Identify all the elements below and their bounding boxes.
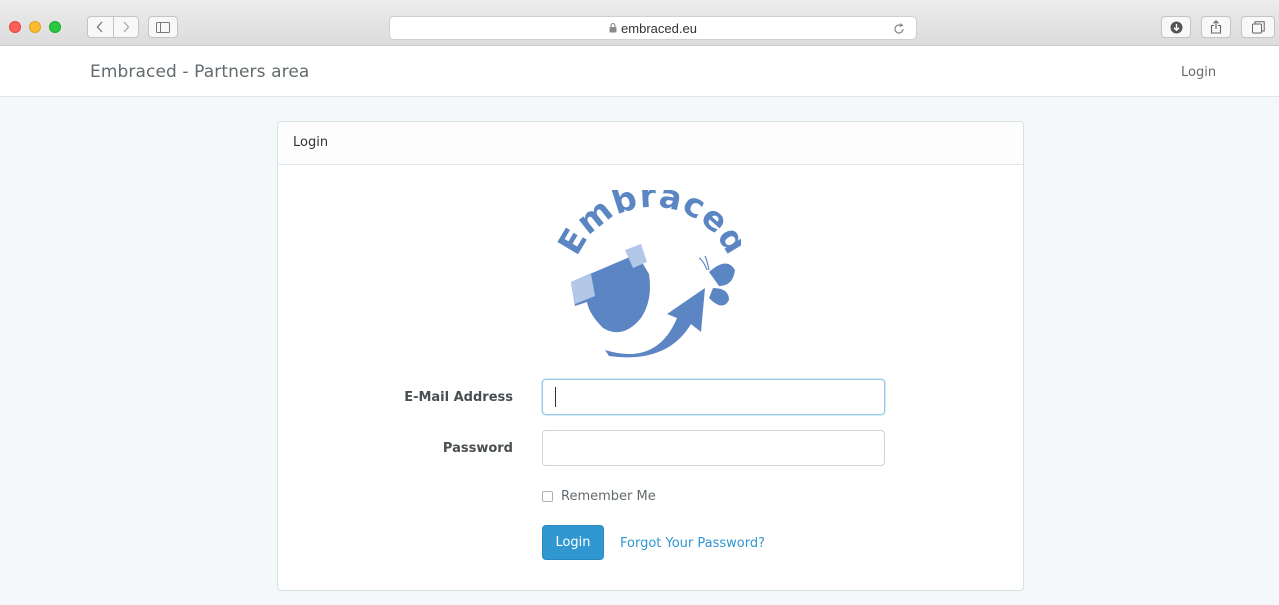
svg-text:Embraced: Embraced	[557, 190, 741, 261]
close-window-button[interactable]	[9, 21, 21, 33]
remember-me[interactable]: Remember Me	[542, 489, 656, 504]
text-caret	[555, 387, 556, 407]
email-label: E-Mail Address	[404, 390, 513, 405]
forward-button[interactable]	[112, 17, 139, 37]
lock-icon	[609, 23, 617, 33]
downloads-button[interactable]	[1161, 16, 1191, 38]
history-nav	[87, 16, 139, 38]
sidebar-icon	[156, 21, 170, 33]
navbar-login-link[interactable]: Login	[1181, 65, 1216, 80]
share-button[interactable]	[1201, 16, 1231, 38]
share-icon	[1210, 20, 1222, 34]
reload-icon	[894, 23, 904, 34]
browser-toolbar: embraced.eu	[0, 0, 1279, 46]
zoom-window-button[interactable]	[49, 21, 61, 33]
back-button[interactable]	[88, 17, 113, 37]
url-text: embraced.eu	[621, 20, 697, 36]
card-header: Login	[278, 122, 1023, 165]
tabs-icon	[1251, 20, 1265, 33]
login-button[interactable]: Login	[542, 525, 604, 560]
password-label: Password	[442, 441, 513, 456]
address-bar[interactable]: embraced.eu	[389, 16, 917, 40]
email-input[interactable]	[542, 379, 885, 415]
app-navbar: Embraced - Partners area Login	[0, 46, 1279, 97]
tab-overview-button[interactable]	[1241, 16, 1275, 38]
forgot-password-link[interactable]: Forgot Your Password?	[620, 536, 765, 551]
forward-icon	[123, 21, 130, 33]
reload-button[interactable]	[892, 21, 906, 40]
login-card: Login Embraced E-Mail Address Password R…	[277, 121, 1024, 591]
remember-me-checkbox[interactable]	[542, 491, 553, 502]
minimize-window-button[interactable]	[29, 21, 41, 33]
password-input[interactable]	[542, 430, 885, 466]
logo-wordmark: Embraced	[557, 190, 741, 261]
embraced-logo: Embraced	[557, 190, 741, 358]
download-icon	[1170, 21, 1182, 33]
remember-me-label[interactable]: Remember Me	[561, 489, 656, 504]
sidebar-toggle-button[interactable]	[148, 16, 178, 38]
brand-title[interactable]: Embraced - Partners area	[90, 62, 309, 82]
back-icon	[96, 21, 103, 33]
